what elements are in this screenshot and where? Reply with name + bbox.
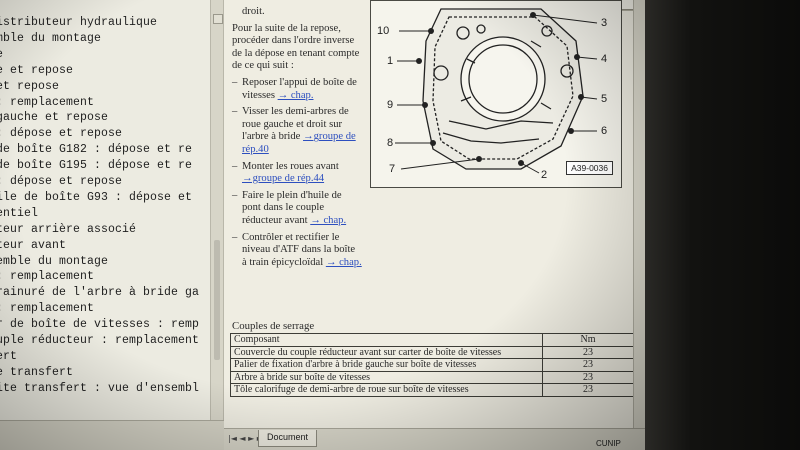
table-row: Tôle calorifuge de demi-arbre de roue su… [230, 383, 634, 397]
tree-item[interactable]: r de boîte de vitesses : remp [0, 318, 199, 331]
step-link[interactable]: → chap. [326, 257, 362, 268]
tree-item[interactable]: : remplacement [0, 302, 94, 315]
tree-scrollbar[interactable] [210, 0, 224, 420]
table-row: Couvercle du couple réducteur avant sur … [230, 345, 634, 359]
document-pane: Critère recherche ▣ ◄ ► ▣ ✕ droit. Pour … [224, 0, 645, 428]
instruction-step: – Monter les roues avant →groupe de rép.4… [232, 161, 362, 186]
callout-6: 6 [601, 125, 608, 137]
callout-4: 4 [601, 53, 608, 65]
scroll-thumb[interactable] [214, 240, 220, 360]
tree-item[interactable]: : remplacement [0, 270, 94, 283]
tree-item[interactable]: e transfert [0, 366, 73, 379]
tree-item[interactable]: teur arrière associé [0, 223, 136, 236]
tree-item[interactable]: e et repose [0, 64, 73, 77]
torque-value-cell: 23 [542, 383, 634, 397]
tree-item[interactable]: uple réducteur : remplacement [0, 334, 199, 347]
status-label: CUNIP [596, 439, 621, 448]
tab-document[interactable]: Document [258, 430, 318, 447]
step-bullet: – [232, 231, 238, 243]
tree-item[interactable]: gauche et repose [0, 111, 108, 124]
tree-item[interactable]: : dépose et repose [0, 175, 122, 188]
figure-reference: A39-0036 [566, 161, 613, 175]
application-window: istributeur hydraulique mble du montage e e… [0, 0, 645, 450]
step-text: Monter les roues avant [242, 160, 339, 172]
tree-item[interactable]: emble du montage [0, 255, 108, 268]
scroll-up-arrow-icon[interactable] [213, 14, 223, 24]
torque-table: Composant Nm Couvercle du couple réducte… [230, 333, 634, 397]
steps-list: – Reposer l'appui de boîte de vitesses → … [232, 77, 362, 269]
component-cell: Palier de fixation d'arbre à bride gauch… [230, 358, 543, 372]
tree-horizontal-scrollbar[interactable] [0, 420, 224, 450]
tree-item[interactable]: istributeur hydraulique [0, 16, 157, 29]
tree-item[interactable]: et repose [0, 80, 59, 93]
component-cell: Couvercle du couple réducteur avant sur … [230, 345, 543, 359]
torque-section-title: Couples de serrage [232, 320, 315, 332]
step-bullet: – [232, 189, 238, 201]
step-link[interactable]: → chap. [278, 90, 314, 101]
tree-item[interactable]: entiel [0, 207, 38, 220]
tree-item[interactable]: de boîte G182 : dépose et re [0, 143, 192, 156]
step-bullet: – [232, 160, 238, 172]
table-header-row: Composant Nm [230, 333, 634, 347]
header-unit: Nm [542, 333, 634, 347]
tree-item[interactable]: rainuré de l'arbre à bride ga [0, 286, 199, 299]
step-link[interactable]: → chap. [310, 215, 346, 226]
header-component: Composant [230, 333, 543, 347]
instruction-step: – Contrôler et rectifier le niveau d'ATF … [232, 232, 362, 270]
tree-item[interactable]: de boîte G195 : dépose et re [0, 159, 192, 172]
navigation-tree: istributeur hydraulique mble du montage e e… [0, 0, 210, 420]
instruction-step: – Faire le plein d'huile de pont dans le … [232, 190, 362, 228]
top-fragment: droit. [242, 6, 265, 17]
torque-value-cell: 23 [542, 358, 634, 372]
callout-3: 3 [601, 17, 608, 29]
instructions-column: droit. Pour la suite de la repose, procé… [232, 6, 362, 273]
step-link[interactable]: →groupe de rép.44 [242, 173, 324, 184]
step-bullet: – [232, 106, 238, 118]
callout-8: 8 [387, 137, 394, 149]
callout-5: 5 [601, 93, 608, 105]
tree-item[interactable]: mble du montage [0, 32, 101, 45]
callout-7: 7 [389, 163, 396, 175]
tree-item[interactable]: ert [0, 350, 17, 363]
callout-9: 9 [387, 99, 394, 111]
tree-item[interactable]: : dépose et repose [0, 127, 122, 140]
component-cell: Arbre à bride sur boîte de vitesses [230, 370, 543, 384]
instruction-step: – Reposer l'appui de boîte de vitesses → … [232, 77, 362, 102]
table-row: Arbre à bride sur boîte de vitesses 23 [230, 370, 634, 384]
torque-value-cell: 23 [542, 370, 634, 384]
tree-item[interactable]: : remplacement [0, 96, 94, 109]
tree-item[interactable]: ile de boîte G93 : dépose et [0, 191, 192, 204]
intro-paragraph: Pour la suite de la repose, procéder dan… [232, 22, 360, 72]
tab-bar: |◄ ◄ ► ►| Document [224, 428, 645, 450]
callout-1: 1 [387, 55, 394, 67]
step-bullet: – [232, 76, 238, 88]
callout-10: 10 [377, 25, 390, 37]
tree-item[interactable]: ite transfert : vue d'ensembl [0, 382, 199, 395]
monitor-bezel [645, 0, 800, 450]
tree-item[interactable]: teur avant [0, 239, 66, 252]
table-row: Palier de fixation d'arbre à bride gauch… [230, 358, 634, 372]
callout-2: 2 [541, 169, 548, 181]
gearbox-cover-drawing [395, 8, 598, 174]
instruction-step: – Visser les demi-arbres de roue gauche e… [232, 106, 362, 156]
component-cell: Tôle calorifuge de demi-arbre de roue su… [230, 383, 543, 397]
exploded-diagram: 10 1 9 8 7 3 4 5 6 2 A39-0036 [370, 0, 622, 188]
document-scrollbar[interactable] [633, 0, 645, 428]
tree-item[interactable]: e [0, 48, 3, 61]
torque-value-cell: 23 [542, 345, 634, 359]
